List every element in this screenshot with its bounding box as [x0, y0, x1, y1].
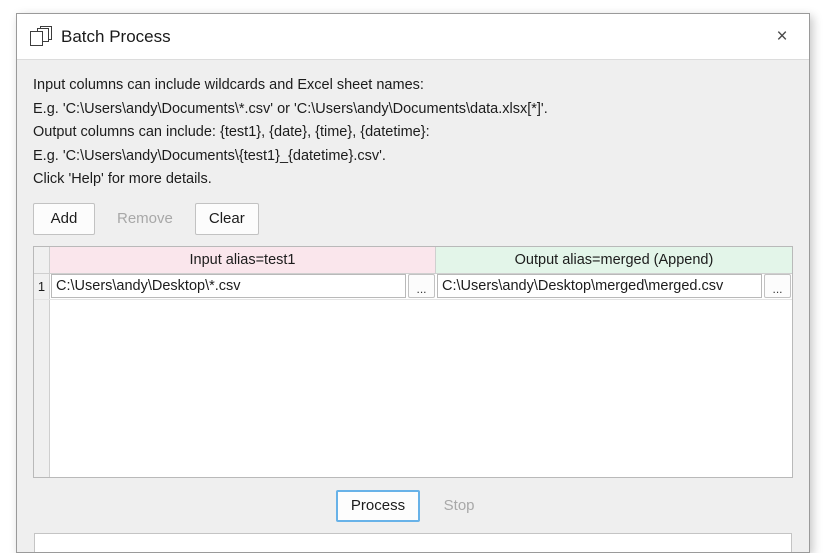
output-cell: ...	[436, 274, 792, 299]
stop-button: Stop	[428, 489, 491, 522]
column-header-input[interactable]: Input alias=test1	[50, 246, 436, 273]
clear-button[interactable]: Clear	[194, 202, 259, 235]
input-path-field[interactable]	[51, 274, 406, 298]
stacked-documents-icon	[30, 25, 52, 48]
column-header-output[interactable]: Output alias=merged (Append)	[436, 246, 792, 273]
help-text: Input columns can include wildcards and …	[33, 74, 793, 192]
help-line-4: E.g. 'C:\Users\andy\Documents\{test1}_{d…	[33, 147, 386, 164]
window-title: Batch Process	[61, 26, 171, 46]
title-bar: Batch Process ×	[17, 14, 809, 60]
remove-button: Remove	[103, 202, 187, 235]
footer-buttons: Process Stop	[33, 478, 793, 533]
help-line-1: Input columns can include wildcards and …	[33, 77, 424, 93]
table-empty-area[interactable]	[34, 299, 792, 477]
batch-process-dialog: Batch Process × Input columns can includ…	[16, 13, 810, 553]
output-browse-button[interactable]: ...	[764, 274, 791, 298]
process-button[interactable]: Process	[335, 489, 421, 522]
batch-table: Input alias=test1 Output alias=merged (A…	[33, 245, 793, 478]
row-toolbar: Add Remove Clear	[33, 202, 793, 235]
help-line-5: Click 'Help' for more details.	[33, 171, 212, 187]
input-cell: ...	[50, 274, 436, 299]
add-button[interactable]: Add	[33, 202, 95, 235]
row-number: 1	[34, 273, 50, 299]
help-line-3: Output columns can include: {test1}, {da…	[33, 124, 430, 140]
dialog-body: Input columns can include wildcards and …	[17, 60, 809, 552]
table-row-gutter	[34, 299, 50, 477]
table-corner-cell	[34, 246, 50, 273]
output-path-field[interactable]	[437, 274, 762, 298]
input-browse-button[interactable]: ...	[408, 274, 435, 298]
table-header-row: Input alias=test1 Output alias=merged (A…	[34, 246, 792, 274]
help-line-2: E.g. 'C:\Users\andy\Documents\*.csv' or …	[33, 100, 548, 117]
close-icon[interactable]: ×	[765, 20, 799, 54]
log-panel[interactable]	[34, 532, 792, 552]
table-row: 1 ... ...	[34, 273, 792, 300]
